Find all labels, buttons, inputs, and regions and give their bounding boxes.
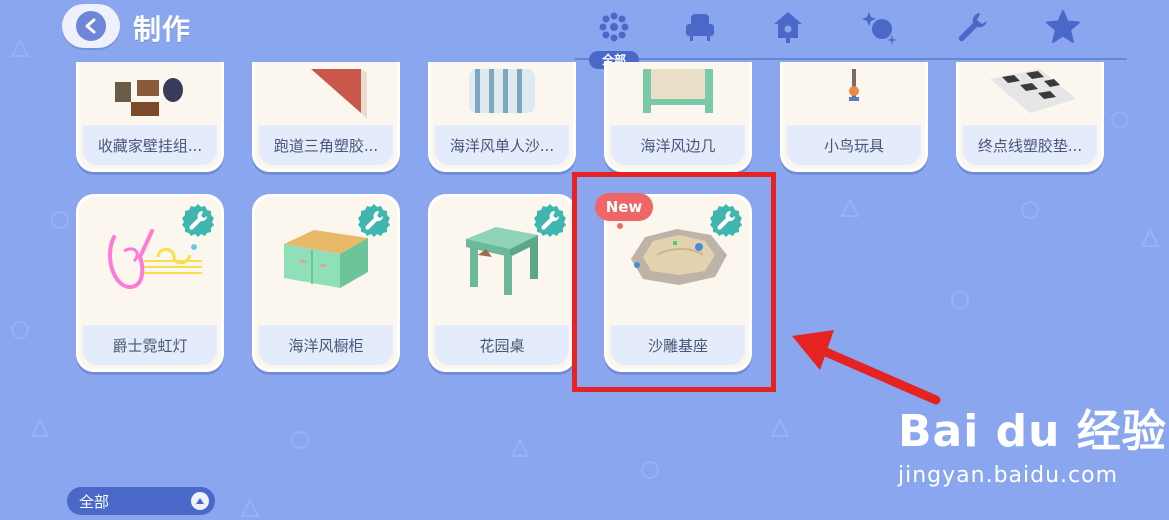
craft-wrench-icon bbox=[181, 203, 215, 237]
item-card[interactable]: 跑道三角塑胶... bbox=[252, 62, 400, 172]
flower-dots-icon bbox=[599, 12, 629, 42]
sparkle-ball-icon bbox=[862, 12, 897, 45]
tab-furniture[interactable] bbox=[680, 8, 720, 46]
item-label: 小鸟玩具 bbox=[787, 125, 921, 165]
back-button[interactable] bbox=[62, 4, 120, 48]
caret-up-icon bbox=[191, 492, 209, 510]
birdhouse-icon bbox=[774, 12, 802, 43]
item-label: 海洋风单人沙... bbox=[435, 125, 569, 165]
item-label: 收藏家壁挂组... bbox=[83, 125, 217, 165]
tab-underline bbox=[575, 58, 1127, 60]
craft-wrench-icon bbox=[533, 203, 567, 237]
item-label: 爵士霓虹灯 bbox=[83, 325, 217, 365]
item-card[interactable]: 终点线塑胶垫... bbox=[956, 62, 1104, 172]
watermark-url: jingyan.baidu.com bbox=[898, 463, 1119, 488]
tab-toy[interactable] bbox=[860, 8, 900, 46]
item-card[interactable]: 花园桌 bbox=[428, 194, 576, 372]
star-icon bbox=[1046, 10, 1080, 43]
tab-wall[interactable] bbox=[768, 8, 808, 46]
item-label: 海洋风边几 bbox=[611, 125, 745, 165]
item-label: 海洋风橱柜 bbox=[259, 325, 393, 365]
craft-wrench-icon bbox=[357, 203, 391, 237]
highlight-box bbox=[572, 172, 776, 392]
item-card[interactable]: 小鸟玩具 bbox=[780, 62, 928, 172]
armchair-icon bbox=[686, 14, 714, 41]
tab-all[interactable] bbox=[594, 8, 634, 46]
back-arrow-icon bbox=[76, 11, 106, 41]
tab-favorites[interactable] bbox=[1043, 8, 1083, 46]
item-card[interactable]: 爵士霓虹灯 bbox=[76, 194, 224, 372]
filter-label: 全部 bbox=[79, 492, 110, 511]
wrench-icon bbox=[958, 13, 987, 42]
item-label: 跑道三角塑胶... bbox=[259, 125, 393, 165]
item-card[interactable]: 海洋风单人沙... bbox=[428, 62, 576, 172]
item-card[interactable]: 收藏家壁挂组... bbox=[76, 62, 224, 172]
page-title: 制作 bbox=[133, 13, 192, 46]
item-card[interactable]: 海洋风边几 bbox=[604, 62, 752, 172]
item-label: 终点线塑胶垫... bbox=[963, 125, 1097, 165]
watermark: Bai du 经验 jingyan.baidu.com bbox=[898, 395, 1167, 488]
watermark-logo: Bai du 经验 bbox=[898, 406, 1167, 457]
tab-tools[interactable] bbox=[952, 8, 992, 46]
item-label: 花园桌 bbox=[435, 325, 569, 365]
item-card[interactable]: 海洋风橱柜 bbox=[252, 194, 400, 372]
filter-dropdown[interactable]: 全部 bbox=[67, 487, 215, 515]
